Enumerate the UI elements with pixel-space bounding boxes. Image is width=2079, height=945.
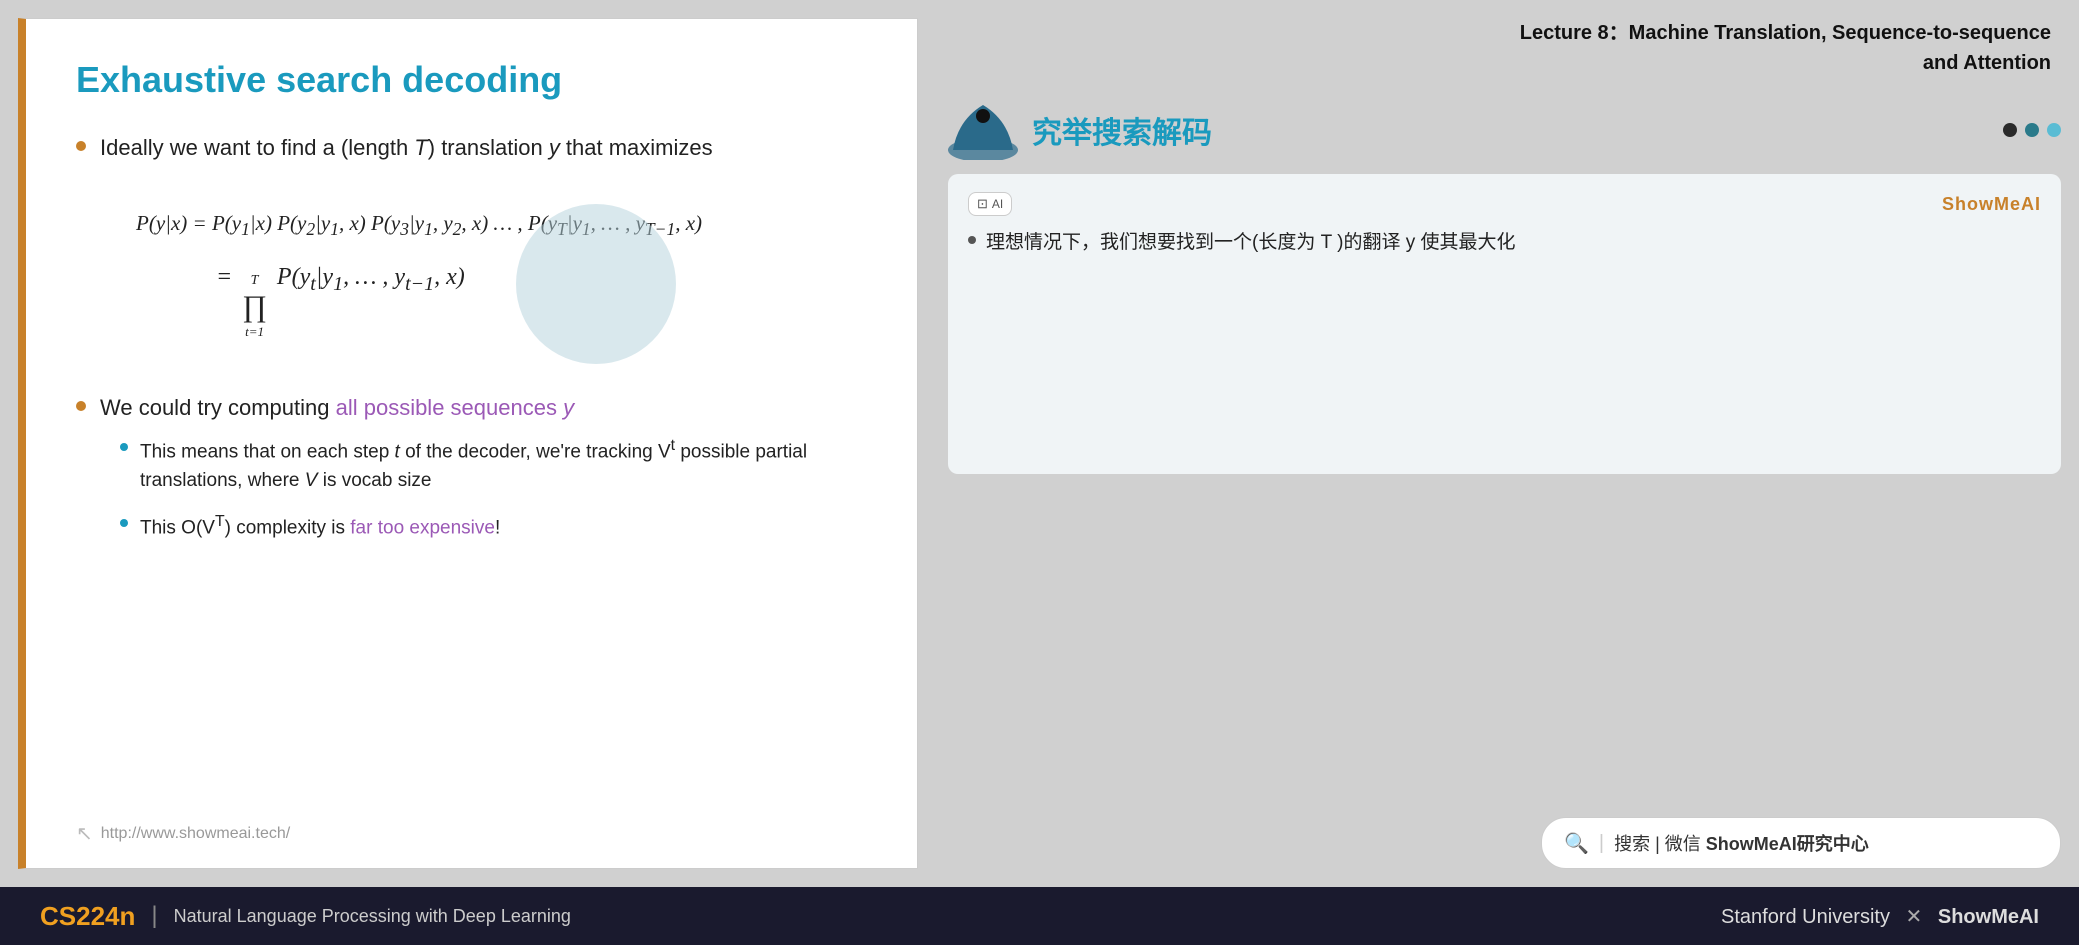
footer-university: Stanford University (1721, 906, 1890, 928)
translation-card: ⊡ AI ShowMeAI 理想情况下，我们想要找到一个(长度为 T )的翻译 … (948, 174, 2061, 474)
brand-icon (948, 100, 1018, 160)
card-bullet: 理想情况下，我们想要找到一个(长度为 T )的翻译 y 使其最大化 (968, 228, 2041, 258)
footer-course-name: Natural Language Processing with Deep Le… (174, 906, 571, 927)
highlight-expensive: far too expensive (350, 517, 495, 538)
lecture-branding: 究举搜索解码 (948, 100, 2061, 160)
search-brand: ShowMeAI研究中心 (1706, 834, 1869, 854)
ai-label: AI (992, 197, 1003, 211)
footer-bar: CS224n | Natural Language Processing wit… (0, 887, 2079, 945)
sub-bullet-text-2: This O(VT) complexity is far too expensi… (140, 510, 500, 543)
bullet-dot-1 (76, 141, 86, 151)
sub-bullet-dot-1 (120, 443, 128, 451)
footer-x: ✕ (1906, 906, 1923, 928)
search-bar[interactable]: 🔍 | 搜索 | 微信 ShowMeAI研究中心 (1541, 817, 2061, 869)
bullet-text-2: We could try computing all possible sequ… (100, 391, 867, 556)
bullet-item-1: Ideally we want to find a (length T) tra… (76, 131, 867, 164)
search-divider: | (1599, 832, 1604, 855)
footer-right: Stanford University ✕ ShowMeAI (1721, 904, 2039, 929)
card-bullet-text: 理想情况下，我们想要找到一个(长度为 T )的翻译 y 使其最大化 (986, 228, 1516, 258)
right-panel: Lecture 8：Machine Translation, Sequence-… (938, 0, 2079, 887)
cursor-icon: ↖ (76, 821, 93, 846)
nav-dots (2003, 123, 2061, 137)
footer-left: CS224n | Natural Language Processing wit… (40, 901, 571, 932)
bullet-item-2: We could try computing all possible sequ… (76, 391, 867, 556)
slide-title: Exhaustive search decoding (76, 59, 867, 101)
search-icon: 🔍 (1564, 831, 1589, 856)
card-bullet-dot (968, 236, 976, 244)
search-text: 搜索 | 微信 ShowMeAI研究中心 (1614, 830, 1869, 856)
lecture-line2: and Attention (948, 48, 2051, 78)
math-formula-line1: P(y|x) = P(y1|x) P(y2|y1, x) P(y3|y1, y2… (136, 202, 702, 247)
sub-bullet-1: This means that on each step t of the de… (120, 434, 867, 495)
math-formula-line2: = T ∏ t=1 P(yt|y1, … , yt−1, x) (216, 253, 465, 345)
lecture-header: Lecture 8：Machine Translation, Sequence-… (948, 18, 2061, 78)
chinese-title: 究举搜索解码 (1032, 108, 1989, 152)
bullet-text-1: Ideally we want to find a (length T) tra… (100, 131, 713, 164)
slide-footer: ↖ http://www.showmeai.tech/ (76, 821, 290, 846)
card-header: ⊡ AI ShowMeAI (968, 192, 2041, 216)
lecture-line1: Lecture 8：Machine Translation, Sequence-… (948, 18, 2051, 48)
sub-bullets: This means that on each step t of the de… (120, 434, 867, 542)
math-block: P(y|x) = P(y1|x) P(y2|y1, x) P(y3|y1, y2… (136, 202, 867, 351)
footer-brand: ShowMeAI (1938, 906, 2039, 928)
showmeai-label: ShowMeAI (1942, 194, 2041, 215)
brand-icon-svg (948, 100, 1018, 160)
math-line-1: P(y|x) = P(y1|x) P(y2|y1, x) P(y3|y1, y2… (136, 202, 867, 247)
spacer (948, 488, 2061, 803)
math-line-2: = T ∏ t=1 P(yt|y1, … , yt−1, x) (216, 253, 867, 345)
nav-dot-2 (2025, 123, 2039, 137)
nav-dot-1 (2003, 123, 2017, 137)
sub-bullet-dot-2 (120, 519, 128, 527)
highlight-sequences: all possible sequences y (336, 395, 574, 420)
slide-panel: Exhaustive search decoding Ideally we wa… (18, 18, 918, 869)
footer-divider: | (151, 902, 157, 930)
footer-course-code: CS224n (40, 901, 135, 932)
footer-url: http://www.showmeai.tech/ (101, 825, 290, 843)
nav-dot-3 (2047, 123, 2061, 137)
bullet-dot-2 (76, 401, 86, 411)
ai-badge: ⊡ AI (968, 192, 1012, 216)
ai-icon: ⊡ (977, 196, 988, 212)
search-label: 搜索 | 微信 (1614, 834, 1706, 854)
sub-bullet-text-1: This means that on each step t of the de… (140, 434, 867, 495)
sub-bullet-2: This O(VT) complexity is far too expensi… (120, 510, 867, 543)
